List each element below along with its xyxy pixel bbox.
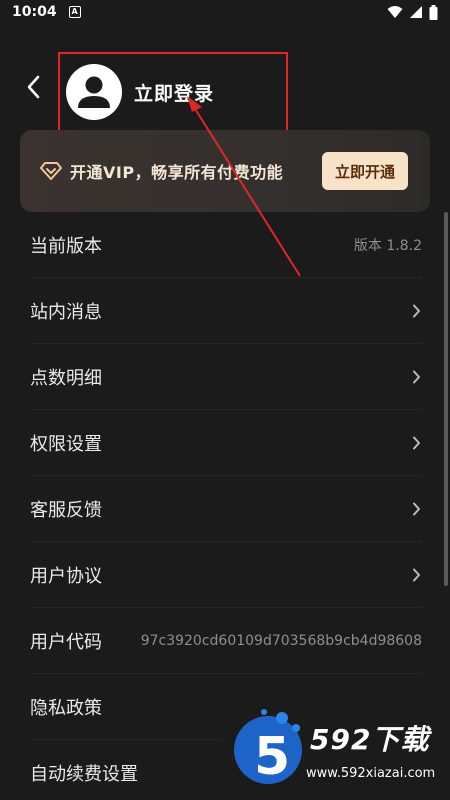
chevron-right-icon [410,369,422,385]
menu-item-permissions[interactable]: 权限设置 [30,410,422,476]
profile-header: 立即登录 [0,50,450,132]
svg-text:5: 5 [254,727,290,787]
watermark-logo-text: 592下载 [310,723,430,756]
menu-item-label: 当前版本 [30,235,102,257]
battery-icon [429,4,438,20]
login-label[interactable]: 立即登录 [134,79,214,106]
menu-item-label: 用户代码 [30,631,102,653]
status-icons [387,4,438,20]
menu-item-points[interactable]: 点数明细 [30,344,422,410]
menu-item-label: 站内消息 [30,301,102,323]
signal-icon [410,6,422,18]
chevron-right-icon [410,435,422,451]
menu-item-label: 隐私政策 [30,697,102,719]
chevron-left-icon [27,75,40,99]
menu-item-label: 客服反馈 [30,499,102,521]
scrollbar[interactable] [444,212,448,586]
wifi-icon [387,6,403,18]
chevron-right-icon [410,567,422,583]
diamond-icon [40,162,62,180]
menu-item-user-agreement[interactable]: 用户协议 [30,542,422,608]
five-logo-icon: 5 [234,709,302,787]
menu-item-version: 当前版本 版本 1.8.2 [30,212,422,278]
open-vip-button[interactable]: 立即开通 [322,152,408,190]
login-entry[interactable]: 立即登录 [58,52,288,132]
chevron-right-icon [410,303,422,319]
menu-item-label: 自动续费设置 [30,763,138,785]
user-code-value: 97c3920cd60109d703568b9cb4d98608 [140,632,422,649]
vip-promo-text: 开通VIP，畅享所有付费功能 [70,163,284,182]
menu-item-user-code: 用户代码 97c3920cd60109d703568b9cb4d98608 [30,608,422,674]
watermark: 5 592下载 www.592xiazai.com [222,692,450,800]
menu-item-label: 点数明细 [30,367,102,389]
version-value: 版本 1.8.2 [353,237,422,254]
person-icon [78,76,110,108]
menu-item-label: 用户协议 [30,565,102,587]
status-bar: 10:04 A [0,0,450,24]
chevron-right-icon [410,501,422,517]
vip-banner[interactable]: 开通VIP，畅享所有付费功能 立即开通 [20,130,430,212]
menu-item-feedback[interactable]: 客服反馈 [30,476,422,542]
menu-item-messages[interactable]: 站内消息 [30,278,422,344]
status-time: 10:04 [12,4,57,20]
menu-item-label: 权限设置 [30,433,102,455]
notification-icon: A [68,6,81,18]
back-button[interactable] [20,72,46,102]
avatar[interactable] [66,64,122,120]
watermark-url: www.592xiazai.com [306,766,436,781]
